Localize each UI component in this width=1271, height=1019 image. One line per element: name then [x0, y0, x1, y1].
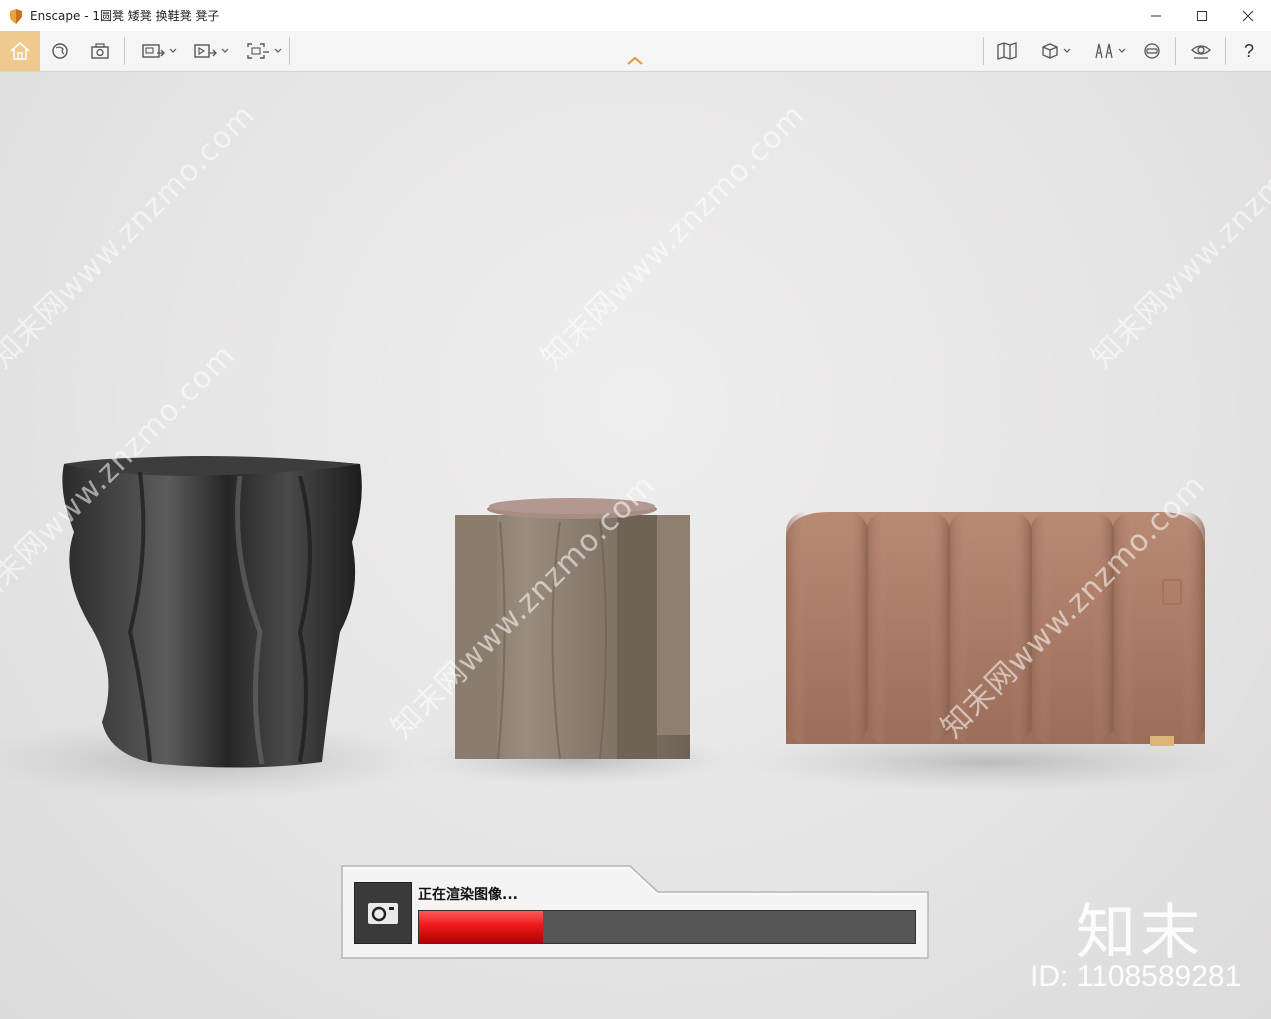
toolbar-separator	[983, 37, 984, 65]
toolbar-separator	[1175, 37, 1176, 65]
render-progress-dialog: 正在渲染图像...	[340, 862, 930, 962]
help-button[interactable]: ?	[1232, 31, 1266, 71]
visual-settings-button[interactable]	[1184, 31, 1218, 71]
camera-icon	[368, 903, 398, 924]
window-title: Enscape - 1圆凳 矮凳 换鞋凳 凳子	[30, 9, 220, 23]
capture-button[interactable]	[84, 31, 116, 71]
views-icon	[141, 44, 165, 58]
maximize-button[interactable]	[1179, 0, 1225, 31]
home-button[interactable]	[0, 31, 40, 71]
asset-library-button[interactable]	[44, 31, 76, 71]
chevron-down-icon	[221, 48, 228, 53]
panorama-button[interactable]	[1084, 31, 1134, 71]
capture-icon	[91, 43, 109, 59]
vr-button[interactable]	[1136, 31, 1168, 71]
cube-view-button[interactable]	[1030, 31, 1080, 71]
chevron-down-icon	[1063, 48, 1070, 53]
toolbar-separator	[124, 37, 125, 65]
camera-button[interactable]	[354, 882, 412, 944]
video-editor-icon	[193, 44, 217, 58]
screenshot-icon	[246, 43, 269, 59]
map-button[interactable]	[990, 31, 1024, 71]
toolbar-separator	[1225, 37, 1226, 65]
toolbar-separator	[289, 37, 290, 65]
render-viewport[interactable]: 知末网www.znzmo.com 知末网www.znzmo.com 知末网www…	[0, 72, 1271, 1019]
screenshot-button[interactable]	[240, 31, 286, 71]
cube-view-icon	[1041, 43, 1058, 59]
chevron-down-icon	[1118, 48, 1125, 53]
black-carved-stool	[62, 456, 362, 768]
maximize-icon	[1197, 10, 1207, 21]
help-label: ?	[1243, 40, 1254, 61]
views-button[interactable]	[134, 31, 182, 71]
panorama-icon	[1094, 43, 1113, 59]
chevron-down-icon	[274, 48, 281, 53]
watermark-brand: 知末	[1076, 898, 1204, 968]
chevron-down-icon	[169, 48, 176, 53]
enscape-logo-icon	[10, 8, 22, 24]
video-editor-button[interactable]	[186, 31, 234, 71]
minimize-button[interactable]	[1133, 0, 1179, 31]
asset-library-icon	[52, 43, 68, 59]
render-status-text: 正在渲染图像...	[418, 887, 518, 903]
home-icon	[10, 41, 30, 60]
collapse-toolbar-chevron-icon[interactable]	[626, 56, 644, 66]
close-icon	[1242, 10, 1254, 21]
minimize-icon	[1151, 15, 1161, 16]
title-bar: Enscape - 1圆凳 矮凳 换鞋凳 凳子	[0, 0, 1271, 31]
map-icon	[997, 42, 1017, 60]
watermark-id: ID: 1108589281	[1030, 960, 1242, 993]
render-progress-fill	[419, 911, 543, 943]
vr-icon	[1144, 43, 1160, 59]
render-progress-bar	[418, 910, 916, 944]
visual-settings-icon	[1191, 45, 1211, 59]
close-button[interactable]	[1225, 0, 1271, 31]
